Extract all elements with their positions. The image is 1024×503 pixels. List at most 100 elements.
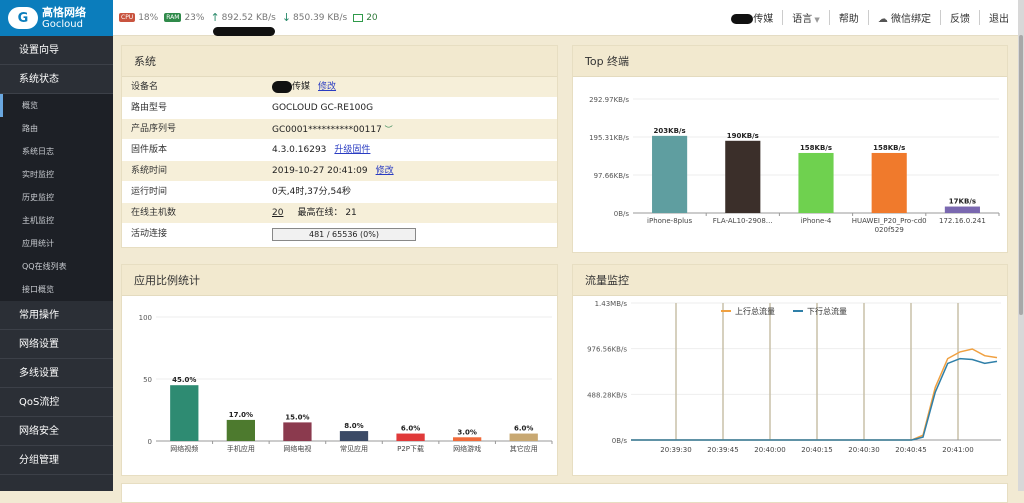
help-link[interactable]: 帮助 — [828, 10, 868, 25]
redaction-mark — [213, 27, 275, 36]
menu-multiline[interactable]: 多线设置 — [0, 359, 113, 388]
online-hosts-link[interactable]: 20 — [272, 208, 283, 218]
system-info-table: 设备名 传媒 修改 路由型号 GOCLOUD GC-RE100G 产品序列号 GC000… — [122, 77, 557, 245]
y-tick-label: 97.66KB/s — [594, 172, 630, 180]
data-label: 17.0% — [229, 411, 253, 419]
arrow-up-icon: ↑ — [210, 11, 220, 24]
submenu-overview[interactable]: 概览 — [0, 94, 113, 117]
traffic-monitor-panel: 流量监控 0B/s 488.28KB/s 976.56KB/s 1.43MB/s 20:… — [572, 264, 1008, 476]
bar — [509, 433, 538, 441]
row-key: 产品序列号 — [131, 124, 177, 134]
x-tick-label: iPhone-4 — [801, 217, 832, 225]
row-key: 活动连接 — [131, 229, 168, 239]
row-key: 设备名 — [131, 82, 159, 92]
y-tick-label: 292.97KB/s — [589, 96, 629, 104]
download-stat: ↓ 850.39 KB/s — [282, 11, 347, 24]
table-row: 设备名 传媒 修改 — [122, 77, 557, 98]
data-label: 6.0% — [401, 425, 420, 433]
x-tick-label: 20:41:00 — [942, 446, 973, 454]
menu-common-ops[interactable]: 常用操作 — [0, 301, 113, 330]
bar — [453, 437, 482, 441]
y-tick-label: 0B/s — [614, 210, 630, 218]
submenu-system-status: 概览 路由 系统日志 实时监控 历史监控 主机监控 应用统计 QQ在线列表 接口… — [0, 94, 113, 301]
eye-icon[interactable]: ︶ — [385, 125, 393, 134]
row-value: 481 / 65536 (0%) — [272, 224, 557, 244]
firmware-version: 4.3.0.16293 — [272, 145, 327, 155]
bar — [283, 422, 312, 441]
language-menu[interactable]: 语言 ▼ — [782, 10, 829, 25]
x-tick-label: 20:40:15 — [801, 446, 832, 454]
page-scrollbar[interactable] — [1018, 0, 1024, 491]
redaction-mark — [272, 80, 292, 93]
data-label: 158KB/s — [800, 144, 832, 152]
table-row: 在线主机数 20 最高在线： 21 — [122, 203, 557, 224]
cpu-stat: CPU 18% — [119, 13, 158, 23]
user-name-text: 传媒 — [753, 14, 774, 25]
wechat-bind-link[interactable]: ☁ 微信绑定 — [867, 10, 940, 25]
top-bar: CPU 18% RAM 23% ↑ 892.52 KB/s ↓ 850.39 KB/s … — [113, 0, 1018, 36]
wechat-icon: ☁ — [877, 14, 888, 25]
wechat-label: 微信绑定 — [891, 14, 931, 25]
system-time: 2019-10-27 20:41:09 — [272, 166, 368, 176]
submenu-syslog[interactable]: 系统日志 — [0, 140, 113, 163]
sidebar: G 高恪网络 Gocloud 设置向导 系统状态 概览 路由 系统日志 实时监控 … — [0, 0, 113, 491]
top-terminals-chart: 0B/s 97.66KB/s 195.31KB/s 292.97KB/s 203KB/s… — [589, 96, 1000, 234]
next-panel — [121, 483, 1008, 503]
submenu-qq-online[interactable]: QQ在线列表 — [0, 255, 113, 278]
online-stat[interactable]: 20 — [353, 12, 378, 23]
x-tick-label: 20:40:00 — [754, 446, 785, 454]
table-row: 系统时间 2019-10-27 20:41:09 修改 — [122, 161, 557, 182]
x-tick-label: iPhone-8plus — [647, 217, 692, 225]
menu-setup-wizard[interactable]: 设置向导 — [0, 36, 113, 65]
redaction-mark — [731, 14, 754, 24]
ram-stat: RAM 23% — [164, 13, 204, 23]
bar — [339, 431, 369, 441]
cpu-icon: CPU — [119, 13, 136, 22]
feedback-link[interactable]: 反馈 — [940, 10, 979, 25]
logout-link[interactable]: 退出 — [979, 10, 1018, 25]
system-panel: 系统 设备名 传媒 修改 路由型号 GOCLOUD GC-RE100G 产品序列号 GC… — [121, 45, 558, 248]
x-tick-label: 手机应用 — [227, 444, 255, 453]
menu-security[interactable]: 网络安全 — [0, 417, 113, 446]
menu-qos[interactable]: QoS流控 — [0, 388, 113, 417]
x-tick-label: 网络游戏 — [453, 444, 481, 453]
download-value: 850.39 KB/s — [293, 12, 348, 23]
submenu-app-stats[interactable]: 应用统计 — [0, 232, 113, 255]
scrollbar-thumb[interactable] — [1019, 35, 1023, 315]
system-panel-title: 系统 — [122, 46, 557, 77]
y-tick-label: 976.56KB/s — [587, 346, 627, 354]
submenu-history[interactable]: 历史监控 — [0, 186, 113, 209]
app-stats-panel: 应用比例统计 0 50 100 45.0% 网络视频 17.0% 手机应用 15.0% 网络电视… — [121, 264, 558, 476]
app-stats-chart: 0 50 100 45.0% 网络视频 17.0% 手机应用 15.0% 网络电视 8.0% 常见应… — [139, 314, 553, 453]
menu-network-settings[interactable]: 网络设置 — [0, 330, 113, 359]
submenu-interface[interactable]: 接口概览 — [0, 278, 113, 301]
row-key: 路由型号 — [131, 103, 168, 113]
data-label: 3.0% — [457, 428, 476, 436]
row-key: 运行时间 — [131, 187, 168, 197]
submenu-realtime[interactable]: 实时监控 — [0, 163, 113, 186]
table-row: 活动连接 481 / 65536 (0%) — [122, 224, 557, 245]
row-key: 系统时间 — [131, 166, 168, 176]
connections-progress: 481 / 65536 (0%) — [272, 228, 416, 241]
y-tick-label: 50 — [143, 376, 152, 384]
legend-label: 上行总流量 — [735, 306, 775, 316]
edit-time-link[interactable]: 修改 — [376, 166, 394, 176]
table-row: 路由型号 GOCLOUD GC-RE100G — [122, 98, 557, 119]
menu-system-status[interactable]: 系统状态 — [0, 65, 113, 94]
online-value: 20 — [366, 12, 378, 23]
user-name[interactable]: 传媒 — [722, 10, 782, 25]
app-stats-title: 应用比例统计 — [122, 265, 557, 296]
max-online: 最高在线： 21 — [297, 208, 357, 218]
data-label: 158KB/s — [873, 144, 905, 152]
submenu-route[interactable]: 路由 — [0, 117, 113, 140]
upgrade-firmware-link[interactable]: 升级固件 — [334, 145, 370, 155]
row-value: 4.3.0.16293 升级固件 — [272, 140, 557, 160]
traffic-monitor-title: 流量监控 — [573, 265, 1007, 296]
menu-groups[interactable]: 分组管理 — [0, 446, 113, 475]
submenu-host-monitor[interactable]: 主机监控 — [0, 209, 113, 232]
logo[interactable]: G 高恪网络 Gocloud — [0, 0, 113, 36]
edit-device-name-link[interactable]: 修改 — [318, 82, 336, 92]
data-label: 45.0% — [172, 376, 196, 384]
language-label: 语言 — [792, 14, 813, 25]
top-terminals-title: Top 终端 — [573, 46, 1007, 77]
